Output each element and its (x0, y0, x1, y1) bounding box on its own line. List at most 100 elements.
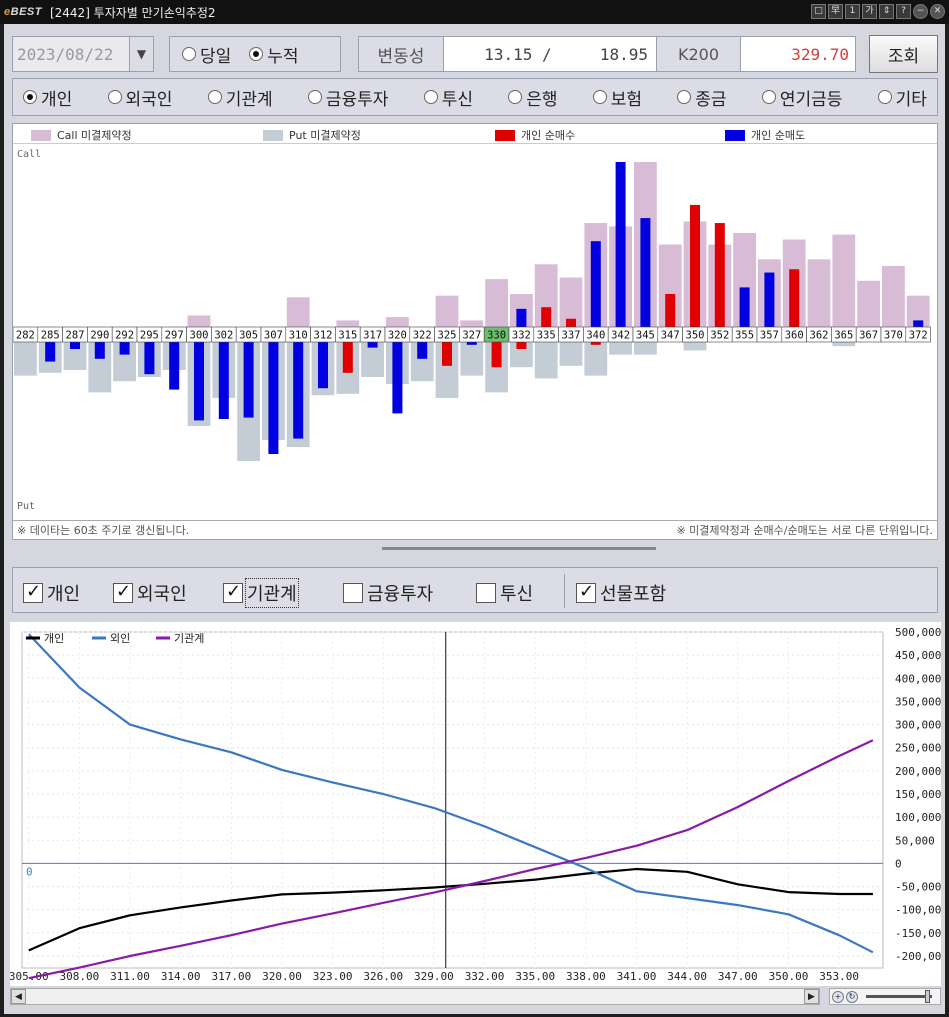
scroll-left-icon[interactable]: ◀ (11, 989, 26, 1004)
window-control-3[interactable]: 가 (862, 4, 877, 19)
chevron-down-icon[interactable]: ▼ (129, 37, 153, 71)
y-tick-label: 100,000 (895, 811, 941, 824)
net-sell-bar (913, 320, 924, 327)
investor-option-6[interactable]: 보험 (592, 85, 642, 110)
zoom-reset-icon[interactable]: ↻ (846, 990, 858, 1003)
put-oi-bar (14, 342, 37, 376)
scroll-right-icon[interactable]: ▶ (804, 989, 819, 1004)
x-tick-label: 332.00 (465, 970, 505, 983)
checkbox-box[interactable] (476, 583, 496, 603)
query-button[interactable]: 조회 (869, 35, 938, 73)
radio-label: 은행 (526, 89, 558, 110)
checkbox-0[interactable]: 개인 (23, 580, 80, 606)
y-tick-label: 300,000 (895, 719, 941, 732)
note-bar: ※ 데이타는 60초 주기로 갱신됩니다. ※ 미결제약정과 순매수/순매도는 … (13, 520, 937, 539)
checkbox-label: 기관계 (245, 578, 299, 608)
radio-circle[interactable] (877, 90, 892, 104)
put-oi-bar (683, 342, 707, 351)
radio-circle[interactable] (207, 90, 222, 104)
zoom-control: + ↻ (829, 988, 941, 1005)
window-control-4[interactable]: ⇕ (879, 4, 894, 19)
mode-option-1[interactable]: 누적 (249, 42, 299, 67)
put-oi-bar (609, 342, 632, 355)
strike-label: 302 (214, 330, 233, 342)
panel-splitter[interactable] (382, 547, 656, 550)
x-tick-label: 317.00 (211, 970, 251, 983)
investor-option-4[interactable]: 투신 (423, 85, 473, 110)
futures-include-checkbox[interactable]: 선물포함 (576, 580, 666, 606)
legend-item-1: Put 미결제약정 (263, 127, 361, 143)
checkbox-2[interactable]: 기관계 (223, 578, 299, 608)
investor-option-2[interactable]: 기관계 (207, 85, 273, 110)
investor-option-7[interactable]: 종금 (677, 85, 727, 110)
zoom-slider-thumb[interactable] (925, 990, 930, 1003)
call-oi-bar (485, 279, 508, 327)
y-tick-label: 400,000 (895, 672, 941, 685)
net-sell-bar (392, 342, 403, 414)
investor-option-0[interactable]: 개인 (23, 85, 72, 110)
checkbox-4[interactable]: 투신 (476, 580, 533, 606)
investor-option-1[interactable]: 외국인 (107, 85, 172, 110)
legend-item-0: Call 미결제약정 (31, 127, 132, 143)
checkbox-label: 선물포함 (600, 584, 667, 605)
radio-circle[interactable] (307, 90, 322, 104)
checkbox-label: 투신 (500, 584, 534, 605)
net-sell-bar (417, 342, 428, 359)
window-control-5[interactable]: ? (896, 4, 911, 19)
horizontal-scrollbar[interactable]: ◀ ▶ (10, 988, 820, 1005)
checkbox-box[interactable] (113, 581, 133, 603)
window-control-0[interactable]: □ (811, 4, 826, 19)
date-value: 2023/08/22 (17, 44, 114, 64)
window-control-1[interactable]: 早 (828, 4, 843, 19)
window-control-6[interactable]: − (913, 4, 928, 19)
note-refresh: ※ 데이타는 60초 주기로 갱신됩니다. (17, 524, 190, 537)
zoom-in-icon[interactable]: + (832, 990, 844, 1003)
x-tick-label: 314.00 (161, 970, 201, 983)
radio-circle[interactable] (182, 47, 196, 61)
investor-option-8[interactable]: 연기금등 (761, 85, 842, 110)
investor-option-5[interactable]: 은행 (508, 85, 558, 110)
date-picker[interactable]: 2023/08/22 ▼ (12, 36, 154, 72)
radio-label: 개인 (41, 89, 73, 110)
net-sell-bar (590, 241, 601, 327)
y-tick-label: 450,000 (895, 649, 941, 662)
mode-option-0[interactable]: 당일 (182, 42, 231, 67)
put-oi-bar (584, 342, 608, 376)
radio-circle[interactable] (761, 90, 776, 104)
radio-circle[interactable] (249, 47, 264, 61)
net-sell-bar (194, 342, 204, 421)
investor-option-9[interactable]: 기타 (877, 85, 927, 110)
checkbox-box[interactable] (23, 581, 43, 603)
checkbox-label: 금융투자 (367, 584, 434, 605)
radio-circle[interactable] (23, 90, 37, 104)
radio-circle[interactable] (107, 90, 122, 104)
investor-option-3[interactable]: 금융투자 (307, 85, 388, 110)
radio-circle[interactable] (677, 90, 692, 104)
strike-label: 282 (16, 330, 35, 342)
radio-circle[interactable] (592, 90, 607, 104)
x-tick-label: 338.00 (566, 970, 606, 983)
checkbox-3[interactable]: 금융투자 (343, 580, 433, 606)
put-oi-bar (832, 342, 856, 347)
x-tick-label: 308.00 (60, 970, 100, 983)
put-label: Put (17, 501, 36, 512)
strike-label: 297 (165, 330, 184, 342)
radio-circle[interactable] (508, 90, 523, 104)
checkbox-box[interactable] (576, 581, 596, 603)
x-tick-label: 344.00 (667, 970, 707, 983)
checkbox-1[interactable]: 외국인 (113, 580, 187, 606)
net-sell-bar (293, 342, 304, 439)
checkbox-box[interactable] (223, 581, 243, 603)
net-buy-bar (491, 342, 502, 368)
x-tick-label: 335.00 (515, 970, 555, 983)
open-interest-chart: Call 미결제약정 Put 미결제약정 개인 순매수 개인 순매도 282 285 28… (12, 123, 938, 540)
radio-circle[interactable] (423, 90, 438, 104)
strike-label: 347 (661, 330, 680, 342)
radio-label: 누적 (267, 46, 299, 67)
checkbox-box[interactable] (343, 583, 363, 603)
window-control-7[interactable]: ✕ (930, 4, 945, 19)
strike-label: 342 (611, 330, 630, 342)
zoom-slider[interactable] (866, 990, 932, 1003)
net-buy-bar (516, 342, 527, 349)
window-control-2[interactable]: 1 (845, 4, 860, 19)
